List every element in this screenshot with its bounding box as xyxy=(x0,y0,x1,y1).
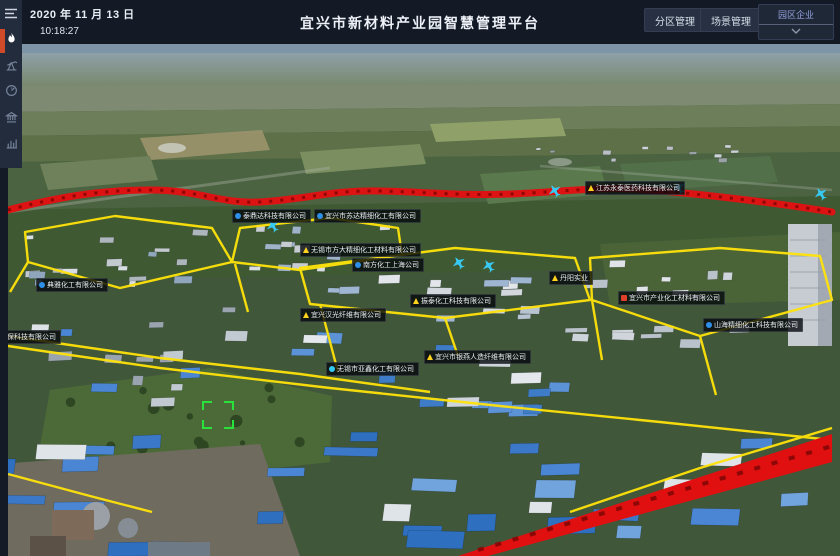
marker-label-text: 宜兴市苏达精细化工有限公司 xyxy=(325,213,416,220)
pumpjack-icon xyxy=(5,58,18,76)
map-marker-label[interactable]: 丹阳实业 xyxy=(549,271,593,285)
map-marker-label[interactable]: 泰鼎达科技有限公司 xyxy=(232,209,311,223)
sidebar-item-gauge[interactable] xyxy=(0,80,22,106)
map-marker-label[interactable]: 山海精细化工科技有限公司 xyxy=(703,318,803,332)
marker-label-text: 无锡市方大精细化工材料有限公司 xyxy=(311,247,416,254)
marker-label-text: 无锡市亚鑫化工有限公司 xyxy=(337,366,414,373)
marker-blue-icon xyxy=(235,213,241,219)
map-marker-label[interactable]: 南方化工上海公司 xyxy=(352,258,424,272)
menu-button[interactable] xyxy=(0,0,22,26)
marker-yellow-icon xyxy=(303,247,309,253)
marker-label-text: 宜兴市银洲环保科技有限公司 xyxy=(0,334,56,341)
marker-label-text: 振泰化工科技有限公司 xyxy=(421,298,491,305)
map-marker-label[interactable]: 宜兴市产业化工材料有限公司 xyxy=(618,291,725,305)
top-header-bar: 2020 年 11 月 13 日 10:18:27 宜兴市新材料产业园智慧管理平… xyxy=(0,0,840,44)
sidebar-item-flame[interactable] xyxy=(0,28,22,54)
marker-yellow-icon xyxy=(552,275,558,281)
bar-chart-icon xyxy=(5,136,18,154)
map-marker-label[interactable]: 无锡市方大精细化工材料有限公司 xyxy=(300,243,421,257)
marker-label-text: 江苏永泰医药科技有限公司 xyxy=(596,185,680,192)
map-marker-label[interactable]: 无锡市亚鑫化工有限公司 xyxy=(326,362,419,376)
aircraft-icon xyxy=(452,256,466,270)
marker-blue-icon xyxy=(317,213,323,219)
map-marker-label[interactable]: 振泰化工科技有限公司 xyxy=(410,294,496,308)
map-marker-label[interactable]: 典雅化工有限公司 xyxy=(36,278,108,292)
marker-label-text: 典雅化工有限公司 xyxy=(47,282,103,289)
marker-blue-icon xyxy=(355,262,361,268)
aircraft-icon xyxy=(548,184,562,198)
marker-label-text: 南方化工上海公司 xyxy=(363,262,419,269)
sidebar-item-bank-building[interactable] xyxy=(0,106,22,132)
marker-yellow-icon xyxy=(303,312,309,318)
marker-label-text: 宜兴汉光纤维有限公司 xyxy=(311,312,381,319)
hamburger-icon xyxy=(4,8,18,19)
scene-management-button[interactable]: 场景管理 xyxy=(700,8,762,32)
map-marker-label[interactable]: 宜兴市苏达精细化工有限公司 xyxy=(314,209,421,223)
bank-building-icon xyxy=(5,110,18,128)
map-marker-label[interactable]: 宜兴汉光纤维有限公司 xyxy=(300,308,386,322)
dropdown-label: 园区企业 xyxy=(759,5,833,25)
marker-label-text: 丹阳实业 xyxy=(560,275,588,282)
marker-red-icon xyxy=(621,295,627,301)
sidebar xyxy=(0,0,22,168)
zone-management-button[interactable]: 分区管理 xyxy=(644,8,706,32)
marker-yellow-icon xyxy=(427,354,433,360)
marker-blue-icon xyxy=(706,322,712,328)
marker-yellow-icon xyxy=(413,298,419,304)
marker-cyan-icon xyxy=(329,366,335,372)
marker-label-text: 山海精细化工科技有限公司 xyxy=(714,322,798,329)
sidebar-item-bar-chart[interactable] xyxy=(0,132,22,158)
marker-label-text: 宜兴市产业化工材料有限公司 xyxy=(629,295,720,302)
park-enterprise-dropdown[interactable]: 园区企业 xyxy=(758,4,834,40)
map-marker-label[interactable]: 宜兴市银燕人造纤维有限公司 xyxy=(424,350,531,364)
marker-label-text: 泰鼎达科技有限公司 xyxy=(243,213,306,220)
marker-yellow-icon xyxy=(588,185,594,191)
map-viewport: 泰鼎达科技有限公司 宜兴市苏达精细化工有限公司无锡市方大精细化工材料有限公司南方化… xyxy=(0,44,840,556)
marker-label-text: 宜兴市银燕人造纤维有限公司 xyxy=(435,354,526,361)
marker-blue-icon xyxy=(39,282,45,288)
map-marker-label[interactable]: 宜兴市银洲环保科技有限公司 xyxy=(0,330,61,344)
map-marker-label[interactable]: 江苏永泰医药科技有限公司 xyxy=(585,181,685,195)
aircraft-icon xyxy=(814,187,828,201)
aircraft-icon xyxy=(482,259,496,273)
gauge-icon xyxy=(5,84,18,102)
sidebar-item-pumpjack[interactable] xyxy=(0,54,22,80)
flame-icon xyxy=(5,32,18,50)
chevron-down-icon xyxy=(791,28,801,34)
